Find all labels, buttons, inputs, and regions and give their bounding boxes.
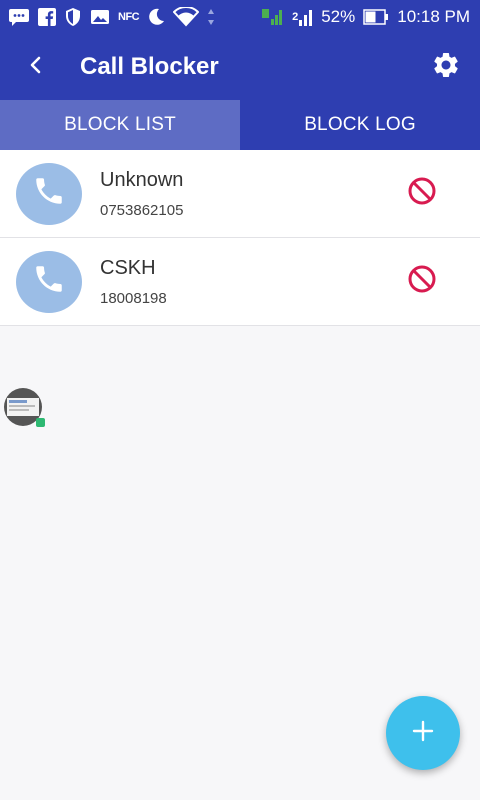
tab-bar: BLOCK LIST BLOCK LOG (0, 100, 480, 150)
tab-block-list[interactable]: BLOCK LIST (0, 100, 240, 150)
phone-icon (32, 174, 66, 213)
contact-info: CSKH 18008198 (100, 257, 398, 307)
avatar (16, 250, 82, 313)
page-title: Call Blocker (80, 53, 219, 80)
contact-number: 18008198 (100, 289, 167, 307)
plus-icon (411, 719, 435, 748)
block-icon (407, 176, 437, 211)
add-button[interactable] (386, 696, 460, 770)
back-button[interactable] (14, 45, 58, 89)
back-arrow-icon (26, 55, 46, 80)
contact-number: 0753862105 (100, 201, 184, 219)
status-bar: NFC 2 52% 10:18 PM (0, 0, 480, 34)
facebook-icon (38, 8, 56, 26)
unblock-button[interactable] (398, 258, 446, 306)
moon-icon (147, 8, 165, 26)
list-item[interactable]: Unknown 0753862105 (0, 150, 480, 238)
list-item[interactable]: CSKH 18008198 (0, 238, 480, 326)
battery-icon (363, 9, 389, 25)
battery-percent: 52% (321, 7, 356, 26)
shield-icon (64, 7, 82, 27)
settings-button[interactable] (424, 45, 468, 89)
image-icon (90, 8, 110, 26)
tab-block-log[interactable]: BLOCK LOG (240, 100, 480, 150)
status-bar-left: NFC (8, 7, 215, 27)
contact-name: CSKH (100, 256, 156, 279)
block-list: Unknown 0753862105 CSKH 18008198 (0, 150, 480, 326)
status-bar-right: 2 52% 10:18 PM (262, 7, 470, 27)
data-arrows-icon (207, 8, 215, 26)
gear-icon (431, 50, 461, 85)
floating-bubble[interactable] (3, 387, 45, 429)
phone-icon (32, 262, 66, 301)
signal-sim2-icon: 2 (292, 8, 313, 26)
contact-name: Unknown (100, 168, 184, 191)
nfc-icon: NFC (118, 11, 140, 23)
contact-info: Unknown 0753862105 (100, 169, 398, 219)
clock: 10:18 PM (397, 7, 470, 26)
signal-sim1-icon (262, 7, 284, 27)
avatar (16, 162, 82, 225)
app-bar: Call Blocker (0, 34, 480, 100)
block-icon (407, 264, 437, 299)
sim2-label: 2 (292, 11, 299, 23)
unblock-button[interactable] (398, 170, 446, 218)
wifi-icon (173, 7, 200, 27)
message-icon (8, 8, 30, 26)
